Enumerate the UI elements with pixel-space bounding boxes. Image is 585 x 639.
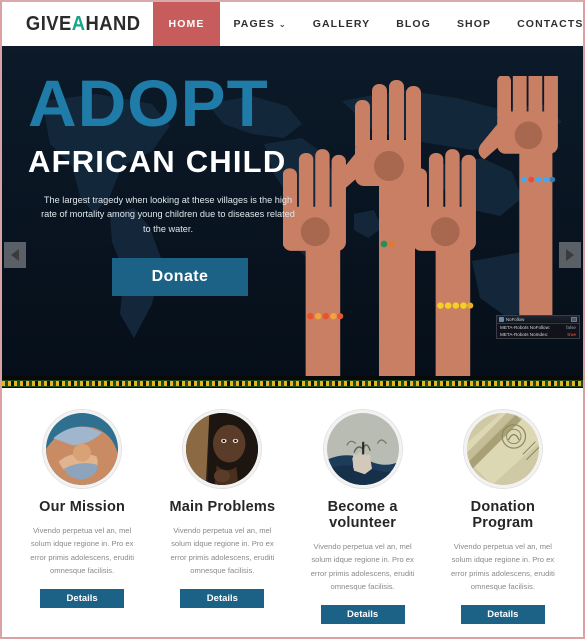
carousel-next-button[interactable] xyxy=(559,242,581,268)
card-text: Vivendo perpetua vel an, mel solum idque… xyxy=(450,542,555,591)
card-title: Our Mission xyxy=(39,499,126,515)
donate-button[interactable]: Donate xyxy=(112,257,248,296)
hero-content: ADOPT AFRICAN CHILD The largest tragedy … xyxy=(2,46,322,296)
card-title: Donation Program xyxy=(470,499,536,531)
nav-label: CONTACTS xyxy=(517,18,583,30)
popup-value: true xyxy=(567,332,576,337)
site-header: GIVE A HAND HOME PAGES ⌄ GALLERY BLOG SHOP … xyxy=(2,2,583,46)
chevron-down-icon: ⌄ xyxy=(278,19,287,29)
chevron-left-icon xyxy=(11,249,19,261)
feature-card-main-problems: Main Problems Vivendo perpetua vel an, m… xyxy=(152,410,292,624)
card-image-4 xyxy=(466,413,539,485)
logo-part1: GIVE xyxy=(25,12,72,35)
card-image-2 xyxy=(186,413,259,485)
extension-icon xyxy=(499,317,504,322)
minimize-icon[interactable] xyxy=(571,317,577,322)
hero-subtitle: AFRICAN CHILD xyxy=(28,144,287,180)
feature-card-donation-program: Donation Program Vivendo perpetua vel an… xyxy=(433,410,573,625)
nav-label: GALLERY xyxy=(312,18,371,30)
decorative-pattern-band xyxy=(2,376,583,388)
nav-item-pages[interactable]: PAGES ⌄ xyxy=(220,2,299,46)
card-image-1 xyxy=(46,413,119,485)
nav-label: PAGES xyxy=(233,18,275,30)
popup-label: META-Robots NoIndex: xyxy=(500,332,549,337)
popup-titlebar: NoFollow xyxy=(497,316,579,324)
chevron-right-icon xyxy=(566,249,574,261)
card-title: Become a volunteer xyxy=(327,499,398,531)
card-title: Main Problems xyxy=(169,499,276,515)
card-text: Vivendo perpetua vel an, mel solum idque… xyxy=(310,542,415,591)
nav-item-gallery[interactable]: GALLERY xyxy=(300,2,383,46)
main-navigation: HOME PAGES ⌄ GALLERY BLOG SHOP CONTACTS xyxy=(152,2,583,46)
details-button[interactable]: Details xyxy=(180,589,265,609)
popup-row-nofollow: META-Robots NoFollow: false xyxy=(497,324,579,331)
nav-item-home[interactable]: HOME xyxy=(152,2,221,46)
details-button[interactable]: Details xyxy=(460,605,545,625)
logo-accent-letter: A xyxy=(71,12,86,35)
african-child-portrait-photo[interactable] xyxy=(183,410,262,488)
hand-holding-seedling-photo[interactable] xyxy=(323,410,402,488)
popup-label: META-Robots NoFollow: xyxy=(500,325,551,330)
hero-slider: ADOPT AFRICAN CHILD The largest tragedy … xyxy=(2,46,583,376)
details-button[interactable]: Details xyxy=(320,605,405,625)
details-button[interactable]: Details xyxy=(40,589,125,609)
card-text: Vivendo perpetua vel an, mel solum idque… xyxy=(30,526,135,575)
nav-label: BLOG xyxy=(396,18,431,30)
nav-label: HOME xyxy=(168,18,205,30)
card-image-3 xyxy=(326,413,399,485)
banknote-money-photo[interactable] xyxy=(463,410,542,488)
carousel-prev-button[interactable] xyxy=(4,242,26,268)
site-logo[interactable]: GIVE A HAND xyxy=(2,2,140,46)
hero-title: ADOPT xyxy=(28,66,269,140)
nofollow-extension-popup[interactable]: NoFollow META-Robots NoFollow: false MET… xyxy=(496,315,580,339)
feature-card-our-mission: Our Mission Vivendo perpetua vel an, mel… xyxy=(12,410,152,624)
feature-cards: Our Mission Vivendo perpetua vel an, mel… xyxy=(2,388,583,625)
band-stripe xyxy=(2,380,583,387)
page-root: GIVE A HAND HOME PAGES ⌄ GALLERY BLOG SHOP … xyxy=(2,2,583,637)
nav-item-contacts[interactable]: CONTACTS xyxy=(504,2,583,46)
hero-description: The largest tragedy when looking at thes… xyxy=(41,195,295,234)
nav-item-shop[interactable]: SHOP xyxy=(444,2,504,46)
popup-row-noindex: META-Robots NoIndex: true xyxy=(497,331,579,338)
feature-card-become-a-volunteer: Become a volunteer Vivendo perpetua vel … xyxy=(293,410,433,625)
card-text: Vivendo perpetua vel an, mel solum idque… xyxy=(170,526,275,575)
hands-holding-baby-photo[interactable] xyxy=(43,410,122,488)
logo-part2: HAND xyxy=(85,12,141,35)
nav-label: SHOP xyxy=(456,18,492,30)
popup-value: false xyxy=(566,325,576,330)
nav-item-blog[interactable]: BLOG xyxy=(383,2,444,46)
popup-title: NoFollow xyxy=(506,317,525,322)
